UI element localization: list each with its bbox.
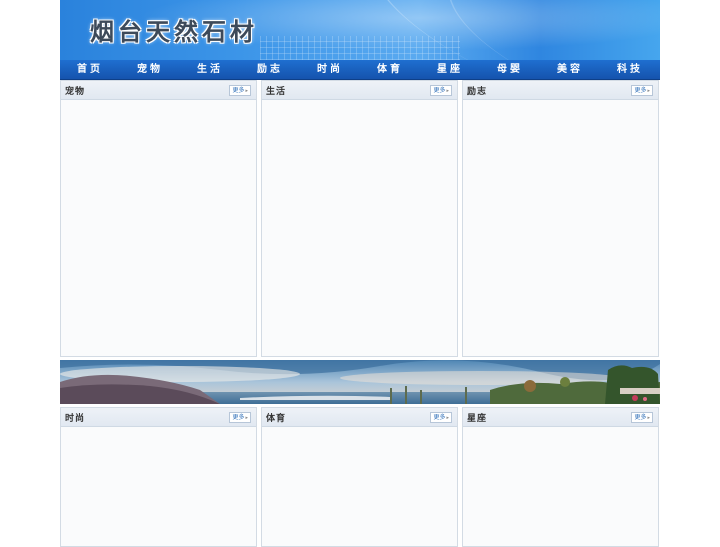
more-button[interactable]: 更多▸: [430, 412, 452, 423]
panel-header: 生活 更多▸: [262, 81, 457, 100]
panel-header: 星座 更多▸: [463, 408, 658, 427]
panel-header: 时尚 更多▸: [61, 408, 256, 427]
header-banner: 烟台天然石材: [60, 0, 660, 60]
site-title: 烟台天然石材: [90, 18, 258, 46]
panel-fashion: 时尚 更多▸: [60, 407, 257, 547]
chevron-right-icon: ▸: [245, 415, 248, 421]
panel-title: 体育: [266, 414, 287, 424]
panel-header: 宠物 更多▸: [61, 81, 256, 100]
panel-horoscope: 星座 更多▸: [462, 407, 659, 547]
more-button[interactable]: 更多▸: [229, 85, 251, 96]
panel-title: 时尚: [65, 414, 86, 424]
chevron-right-icon: ▸: [647, 88, 650, 94]
nav-item-fashion[interactable]: 时尚: [300, 60, 360, 79]
more-button[interactable]: 更多▸: [430, 85, 452, 96]
page-container: 烟台天然石材 首页 宠物 生活 励志 时尚 体育 星座 母婴 美容 科技 宠物 …: [60, 0, 660, 547]
more-label: 更多: [433, 414, 446, 421]
nav-item-life[interactable]: 生活: [180, 60, 240, 79]
chevron-right-icon: ▸: [647, 415, 650, 421]
panel-title: 励志: [467, 87, 488, 97]
nav-item-horoscope[interactable]: 星座: [420, 60, 480, 79]
panel-inspiration: 励志 更多▸: [462, 80, 659, 357]
more-label: 更多: [232, 87, 245, 94]
panel-title: 生活: [266, 87, 287, 97]
panel-title: 宠物: [65, 87, 86, 97]
landscape-illustration: [60, 360, 660, 404]
nav-item-pets[interactable]: 宠物: [120, 60, 180, 79]
nav-item-tech[interactable]: 科技: [600, 60, 660, 79]
panel-title: 星座: [467, 414, 488, 424]
more-button[interactable]: 更多▸: [631, 85, 653, 96]
nav-item-parenting[interactable]: 母婴: [480, 60, 540, 79]
panel-sports: 体育 更多▸: [261, 407, 458, 547]
more-label: 更多: [232, 414, 245, 421]
more-label: 更多: [634, 87, 647, 94]
scenic-banner-image: [60, 360, 660, 404]
chevron-right-icon: ▸: [446, 415, 449, 421]
nav-item-sports[interactable]: 体育: [360, 60, 420, 79]
nav-item-home[interactable]: 首页: [60, 60, 120, 79]
more-label: 更多: [433, 87, 446, 94]
panel-header: 励志 更多▸: [463, 81, 658, 100]
nav-item-beauty[interactable]: 美容: [540, 60, 600, 79]
panel-header: 体育 更多▸: [262, 408, 457, 427]
banner-grid: [260, 36, 460, 60]
more-button[interactable]: 更多▸: [229, 412, 251, 423]
chevron-right-icon: ▸: [446, 88, 449, 94]
panel-pets: 宠物 更多▸: [60, 80, 257, 357]
main-nav: 首页 宠物 生活 励志 时尚 体育 星座 母婴 美容 科技: [60, 60, 660, 80]
more-label: 更多: [634, 414, 647, 421]
nav-item-inspiration[interactable]: 励志: [240, 60, 300, 79]
chevron-right-icon: ▸: [245, 88, 248, 94]
panel-life: 生活 更多▸: [261, 80, 458, 357]
more-button[interactable]: 更多▸: [631, 412, 653, 423]
